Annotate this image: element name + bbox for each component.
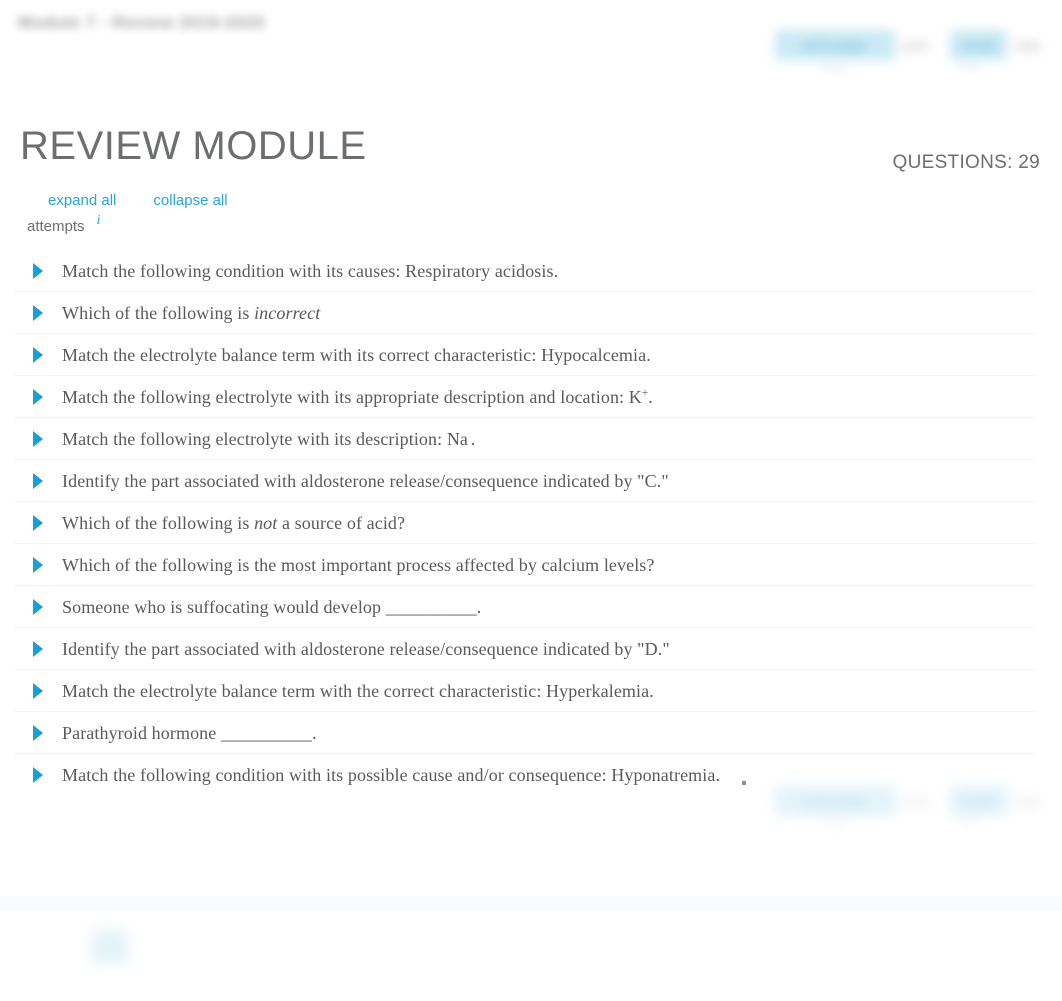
top-action-buttons: print page print email help (774, 30, 1040, 60)
print-page-group[interactable]: print page print (774, 30, 928, 60)
question-row[interactable]: Match the following electrolyte with its… (0, 376, 1062, 418)
expand-triangle-icon[interactable] (33, 389, 43, 405)
print-page-caption: print (902, 37, 928, 53)
question-row[interactable]: Match the electrolyte balance term with … (0, 670, 1062, 712)
footer-marker (742, 781, 746, 785)
question-row[interactable]: Someone who is suffocating would develop… (0, 586, 1062, 628)
question-row[interactable]: Which of the following is the most impor… (0, 544, 1062, 586)
question-text: Identify the part associated with aldost… (62, 638, 670, 659)
question-text: Match the following electrolyte with its… (62, 428, 476, 449)
email-button[interactable]: email (949, 30, 1008, 60)
email-group[interactable]: email help (949, 30, 1040, 60)
question-row[interactable]: Parathyroid hormone __________. (0, 712, 1062, 754)
footer-divider (0, 896, 1062, 910)
expand-triangle-icon[interactable] (33, 473, 43, 489)
expand-triangle-icon[interactable] (33, 557, 43, 573)
footer-action-buttons: print page print email help (774, 786, 1040, 816)
question-row[interactable]: Identify the part associated with aldost… (0, 460, 1062, 502)
question-list: Match the following condition with its c… (0, 250, 1062, 796)
question-text: Match the following condition with its c… (62, 260, 559, 281)
question-text: Parathyroid hormone __________. (62, 722, 317, 743)
question-text: Match the following electrolyte with its… (62, 386, 653, 407)
attempts-row: attempts i (27, 214, 100, 236)
expand-collapse-links: expand all collapse all (48, 192, 228, 209)
attempts-label: attempts (27, 218, 85, 235)
question-text: Which of the following is not a source o… (62, 512, 406, 533)
footer-sub-caption-page: page (822, 815, 847, 827)
question-row[interactable]: Match the following condition with its c… (0, 250, 1062, 292)
question-text: Which of the following is incorrect (62, 302, 321, 323)
breadcrumb[interactable]: Module 7 - Review 2019-2020 (18, 13, 265, 33)
print-page-button[interactable]: print page (774, 30, 895, 60)
footer-print-page-caption: print (902, 793, 928, 809)
question-row[interactable]: Which of the following is incorrect (0, 292, 1062, 334)
expand-all-link[interactable]: expand all (48, 192, 116, 209)
expand-triangle-icon[interactable] (33, 347, 43, 363)
expand-triangle-icon[interactable] (33, 725, 43, 741)
page-title: REVIEW MODULE (20, 123, 367, 168)
question-row[interactable]: Match the electrolyte balance term with … (0, 334, 1062, 376)
top-sub-caption-page: page (822, 62, 847, 74)
footer-email-caption: help (1015, 793, 1040, 809)
question-row[interactable]: Identify the part associated with aldost… (0, 628, 1062, 670)
question-text: Match the electrolyte balance term with … (62, 344, 651, 365)
info-icon[interactable]: i (97, 214, 101, 228)
email-caption: help (1015, 37, 1040, 53)
question-text: Identify the part associated with aldost… (62, 470, 669, 491)
question-text: Which of the following is the most impor… (62, 554, 655, 575)
expand-triangle-icon[interactable] (33, 515, 43, 531)
help-bubble-icon[interactable] (92, 930, 128, 964)
expand-triangle-icon[interactable] (33, 641, 43, 657)
collapse-all-link[interactable]: collapse all (153, 192, 227, 209)
expand-triangle-icon[interactable] (33, 305, 43, 321)
footer-print-page-group[interactable]: print page print (774, 786, 928, 816)
question-text: Someone who is suffocating would develop… (62, 596, 482, 617)
expand-triangle-icon[interactable] (33, 599, 43, 615)
expand-triangle-icon[interactable] (33, 263, 43, 279)
expand-triangle-icon[interactable] (33, 431, 43, 447)
footer-sub-caption-help: help (958, 815, 979, 827)
top-sub-caption-help: help (958, 62, 979, 74)
top-bar: Module 7 - Review 2019-2020 print page p… (0, 0, 1062, 92)
question-row[interactable]: Which of the following is not a source o… (0, 502, 1062, 544)
footer-email-button[interactable]: email (949, 786, 1008, 816)
question-row[interactable]: Match the following electrolyte with its… (0, 418, 1062, 460)
question-text: Match the electrolyte balance term with … (62, 680, 654, 701)
expand-triangle-icon[interactable] (33, 683, 43, 699)
question-text: Match the following condition with its p… (62, 764, 721, 785)
expand-triangle-icon[interactable] (33, 767, 43, 783)
footer-email-group[interactable]: email help (949, 786, 1040, 816)
footer-print-page-button[interactable]: print page (774, 786, 895, 816)
questions-count: QUESTIONS: 29 (892, 152, 1040, 173)
